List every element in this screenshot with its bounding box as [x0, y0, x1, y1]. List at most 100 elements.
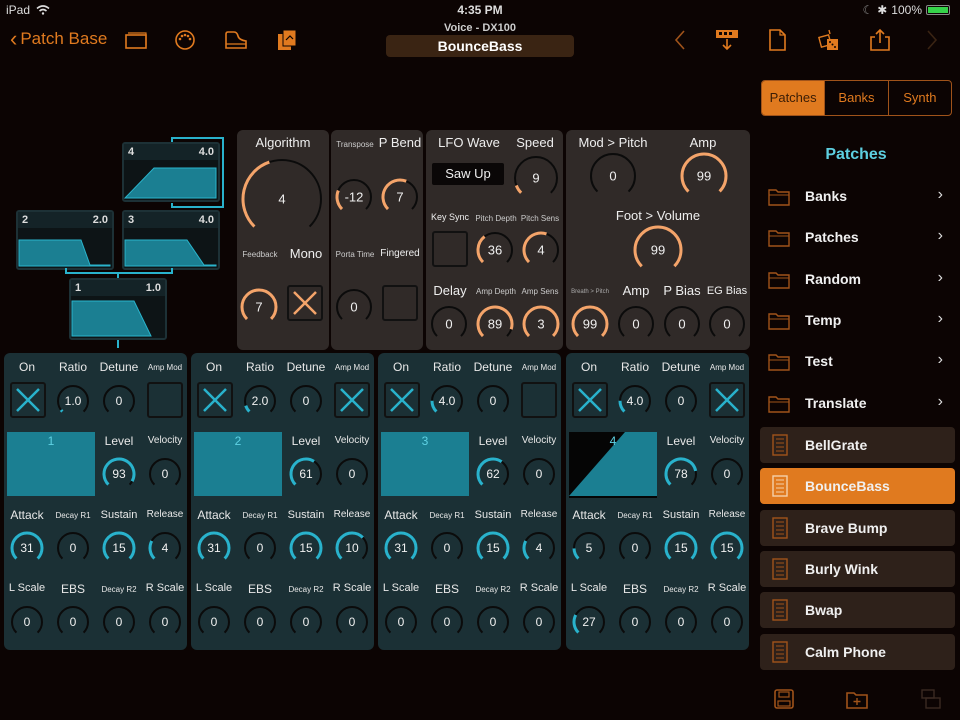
breath-amp-knob[interactable]: 0	[617, 305, 655, 343]
delete-icon[interactable]	[920, 688, 942, 710]
mono-checkbox[interactable]	[287, 285, 323, 321]
decay-r1-knob[interactable]: 0	[243, 531, 277, 565]
midi-icon[interactable]	[172, 28, 198, 52]
sustain-knob[interactable]: 15	[102, 531, 136, 565]
envelope-display[interactable]: 2	[194, 432, 282, 498]
l-scale-knob[interactable]: 0	[384, 605, 418, 639]
prev-chevron-icon[interactable]	[668, 28, 694, 52]
algorithm-knob[interactable]: 4	[241, 158, 323, 240]
detune-knob[interactable]: 0	[289, 384, 323, 418]
level-knob[interactable]: 62	[476, 457, 510, 491]
porta-time-knob[interactable]: 0	[335, 288, 373, 326]
patch-item[interactable]: Bwap	[760, 592, 955, 629]
r-scale-knob[interactable]: 0	[522, 605, 556, 639]
amp-sens-knob[interactable]: 3	[522, 305, 560, 343]
ebs-knob[interactable]: 0	[56, 605, 90, 639]
foot-volume-knob[interactable]: 99	[633, 225, 683, 275]
next-chevron-icon[interactable]	[918, 28, 944, 52]
folder-item[interactable]: Temp ›	[760, 306, 955, 336]
attack-knob[interactable]: 31	[384, 531, 418, 565]
documents-icon[interactable]	[274, 28, 300, 52]
ratio-knob[interactable]: 4.0	[618, 384, 652, 418]
decay-r2-knob[interactable]: 0	[289, 605, 323, 639]
amp-mod-checkbox[interactable]	[521, 382, 557, 418]
detune-knob[interactable]: 0	[102, 384, 136, 418]
amp-depth-knob[interactable]: 89	[476, 305, 514, 343]
amp-mod-checkbox[interactable]	[147, 382, 183, 418]
share-icon[interactable]	[867, 28, 893, 52]
delay-knob[interactable]: 0	[430, 305, 468, 343]
velocity-knob[interactable]: 0	[710, 457, 744, 491]
r-scale-knob[interactable]: 0	[335, 605, 369, 639]
mod-pitch-knob[interactable]: 0	[589, 152, 637, 200]
breath-pitch-knob[interactable]: 99	[571, 305, 609, 343]
ratio-knob[interactable]: 1.0	[56, 384, 90, 418]
level-knob[interactable]: 78	[664, 457, 698, 491]
patch-item[interactable]: BellGrate	[760, 427, 955, 463]
attack-knob[interactable]: 31	[10, 531, 44, 565]
envelope-display[interactable]: 1	[7, 432, 95, 498]
l-scale-knob[interactable]: 27	[572, 605, 606, 639]
sustain-knob[interactable]: 15	[476, 531, 510, 565]
segment-patches[interactable]: Patches	[762, 81, 825, 115]
amp-mod-checkbox[interactable]	[709, 382, 745, 418]
new-document-icon[interactable]	[764, 28, 790, 52]
envelope-display[interactable]: 3	[381, 432, 469, 498]
ratio-knob[interactable]: 2.0	[243, 384, 277, 418]
speed-knob[interactable]: 9	[513, 155, 559, 201]
op-on-checkbox[interactable]	[10, 382, 46, 418]
level-knob[interactable]: 93	[102, 457, 136, 491]
eg-bias-knob[interactable]: 0	[708, 305, 746, 343]
detune-knob[interactable]: 0	[476, 384, 510, 418]
pitch-depth-knob[interactable]: 36	[476, 231, 514, 269]
decay-r2-knob[interactable]: 0	[664, 605, 698, 639]
folder-item[interactable]: Banks ›	[760, 182, 955, 212]
velocity-knob[interactable]: 0	[522, 457, 556, 491]
randomize-dice-icon[interactable]	[816, 28, 842, 52]
algo-operator-1[interactable]: 1 1.0	[69, 278, 167, 340]
release-knob[interactable]: 4	[522, 531, 556, 565]
decay-r1-knob[interactable]: 0	[430, 531, 464, 565]
folder-item[interactable]: Random ›	[760, 265, 955, 295]
detune-knob[interactable]: 0	[664, 384, 698, 418]
folder-item[interactable]: Translate ›	[760, 389, 955, 419]
amp-mod-checkbox[interactable]	[334, 382, 370, 418]
save-icon[interactable]	[773, 688, 795, 710]
decay-r1-knob[interactable]: 0	[56, 531, 90, 565]
r-scale-knob[interactable]: 0	[710, 605, 744, 639]
decay-r2-knob[interactable]: 0	[102, 605, 136, 639]
op-on-checkbox[interactable]	[384, 382, 420, 418]
op-on-checkbox[interactable]	[197, 382, 233, 418]
level-knob[interactable]: 61	[289, 457, 323, 491]
velocity-knob[interactable]: 0	[148, 457, 182, 491]
algo-operator-2[interactable]: 2 2.0	[16, 210, 114, 270]
segment-banks[interactable]: Banks	[824, 81, 887, 115]
ebs-knob[interactable]: 0	[430, 605, 464, 639]
attack-knob[interactable]: 31	[197, 531, 231, 565]
fingered-checkbox[interactable]	[382, 285, 418, 321]
algo-operator-3[interactable]: 3 4.0	[122, 210, 220, 270]
ratio-knob[interactable]: 4.0	[430, 384, 464, 418]
patch-name-field[interactable]: BounceBass	[386, 35, 574, 57]
l-scale-knob[interactable]: 0	[197, 605, 231, 639]
l-scale-knob[interactable]: 0	[10, 605, 44, 639]
patch-item[interactable]: Calm Phone	[760, 633, 955, 670]
algo-operator-4[interactable]: 4 4.0	[122, 142, 220, 202]
folder-item[interactable]: Test ›	[760, 347, 955, 377]
sustain-knob[interactable]: 15	[664, 531, 698, 565]
release-knob[interactable]: 15	[710, 531, 744, 565]
pitch-sens-knob[interactable]: 4	[522, 231, 560, 269]
windows-icon[interactable]	[123, 28, 149, 52]
new-folder-icon[interactable]	[845, 688, 869, 710]
transpose-knob[interactable]: -12	[335, 178, 373, 216]
patch-item[interactable]: Burly Wink	[760, 550, 955, 587]
r-scale-knob[interactable]: 0	[148, 605, 182, 639]
release-knob[interactable]: 4	[148, 531, 182, 565]
key-sync-checkbox[interactable]	[432, 231, 468, 267]
ebs-knob[interactable]: 0	[243, 605, 277, 639]
patch-item[interactable]: BounceBass	[760, 468, 955, 505]
envelope-display[interactable]: 4	[569, 432, 657, 498]
decay-r2-knob[interactable]: 0	[476, 605, 510, 639]
piano-icon[interactable]	[223, 28, 249, 52]
decay-r1-knob[interactable]: 0	[618, 531, 652, 565]
